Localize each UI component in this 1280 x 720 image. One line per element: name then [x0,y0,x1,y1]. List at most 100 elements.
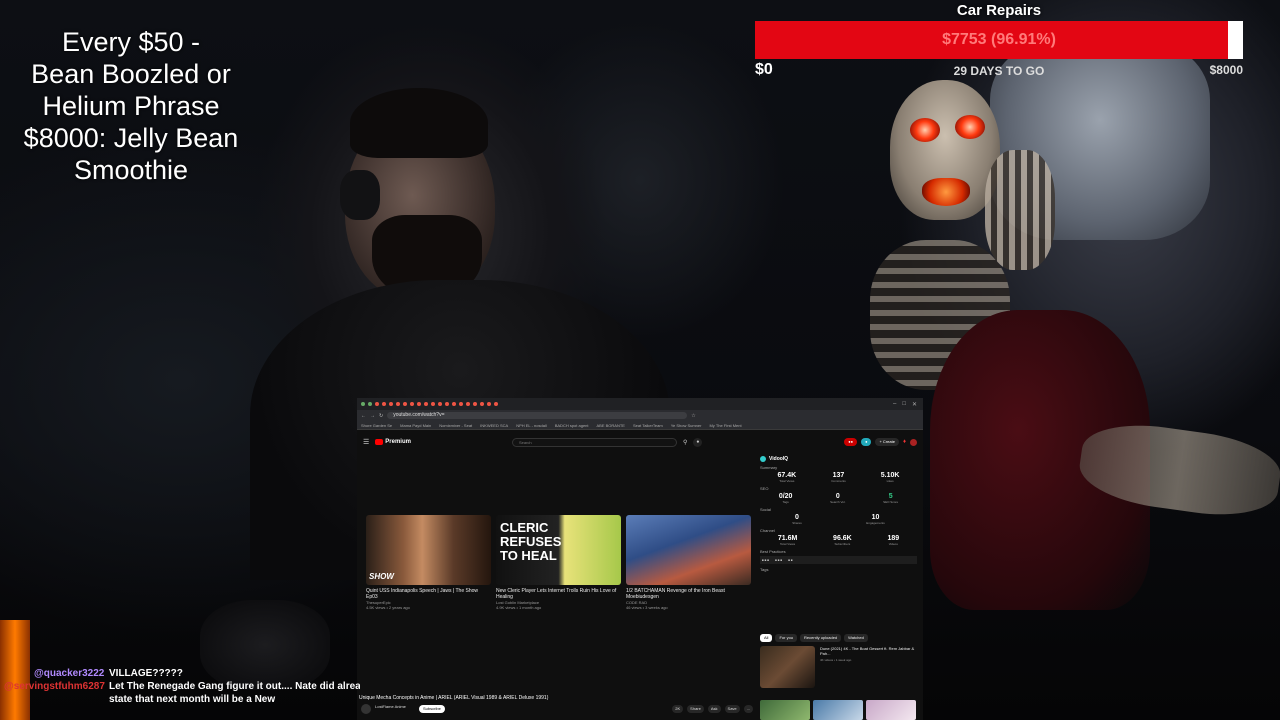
vidiq-title: VidooIQ [769,456,789,462]
bookmark-star-icon[interactable]: ☆ [691,413,695,419]
tab-favicon[interactable] [473,402,477,406]
bookmark-item[interactable]: Seat TalkerTeam [633,423,663,428]
bookmark-item[interactable]: My The First Ment [709,423,741,428]
recommended-video[interactable]: Dune (2021) 4K - The Boat Gessert ft. Re… [760,646,917,688]
bookmark-item[interactable]: ABE BORANTE [597,423,625,428]
stat: 189 Videos [887,535,899,546]
filter-chip[interactable]: Recently uploaded [800,634,842,642]
close-icon[interactable]: ✕ [912,401,917,408]
video-card[interactable]: CLERIC REFUSES TO HEAL New Cleric Player… [496,515,621,610]
bookmark-item[interactable]: NPH EL - nosdall [516,423,547,428]
share-button[interactable]: Share [687,705,704,713]
tab-favicon[interactable] [459,402,463,406]
filter-chip[interactable]: Watched [844,634,868,642]
vidiq-header: VidooIQ [760,456,917,462]
bp-item: ■ ■ [788,558,793,562]
video-info-bar: Unique Mecha Concepts in Anime | ARIEL (… [357,694,755,720]
back-icon[interactable]: ← [361,413,366,419]
filter-chip[interactable]: All [760,634,773,642]
video-thumbnail[interactable]: SHOW [366,515,491,585]
recommended-title[interactable]: Dune (2021) 4K - The Boat Gessert ft. Re… [820,646,917,656]
youtube-logo[interactable]: Premium [375,439,411,445]
url-field[interactable]: youtube.com/watch?v= [387,412,688,419]
tab-favicon[interactable] [396,402,400,406]
video-meta: 4.5K views • 2 years ago [366,605,410,610]
filter-chip[interactable]: For you [775,634,798,642]
stat-value: 137 [832,472,845,479]
microphone-icon[interactable]: ● [693,437,703,447]
browser-tab-strip[interactable]: – □ ✕ [357,398,923,410]
minimize-icon[interactable]: – [893,401,896,408]
avatar[interactable] [910,438,917,446]
video-title[interactable]: New Cleric Player Lets Internet Trolls R… [496,588,621,600]
tab-favicon[interactable] [424,402,428,406]
ask-button[interactable]: Ask [707,705,721,713]
stat-value: 96.6K [833,535,852,542]
vidiq-toggle[interactable]: ● [861,438,872,446]
notifications-bell-icon[interactable]: ♦ [903,439,906,445]
tab-favicon[interactable] [487,402,491,406]
section-label: Tags [760,567,769,572]
like-button[interactable]: 2K [672,705,684,713]
tab-favicon[interactable] [417,402,421,406]
recommended-thumbnail[interactable] [813,700,863,720]
skeleton-mouth [922,178,970,206]
video-card[interactable]: SHOW Quint USS Indianapolis Speech | Jaw… [366,515,491,610]
stat-label: Total Views [780,542,796,546]
video-title[interactable]: 1/2 BATCHAMAN Revenge of the Iron Beast … [626,588,751,600]
video-thumbnail[interactable] [626,515,751,585]
chat-text: VILLAGE????? [109,668,183,679]
tab-favicon[interactable] [480,402,484,406]
search-icon[interactable]: ⚲ [683,439,687,446]
tab-favicon[interactable] [431,402,435,406]
bookmark-item[interactable]: Ye Show Sumner [671,423,702,428]
goal-max-label: $8000 [1209,63,1243,77]
recommended-thumbnail[interactable] [866,700,916,720]
recommended-thumbnail[interactable] [760,700,810,720]
stat-label: Videos [888,542,898,546]
stat-value: 10 [871,514,880,521]
extension-badge[interactable]: ●● [844,438,858,446]
tab-favicon[interactable] [410,402,414,406]
tab-favicon[interactable] [445,402,449,406]
bookmark-item[interactable]: INKWEED SCA [480,423,508,428]
channel-name[interactable]: LostFlame Anime [375,704,406,709]
vidiq-panel: VidooIQ Summary 67.4K Total Views 137 Comm… [760,456,917,628]
bookmark-item[interactable]: BADCH spot agent [555,423,589,428]
create-button[interactable]: + Create [875,438,899,446]
bookmark-item[interactable]: Nomixmixer - Seat [439,423,472,428]
goal-amount: $7753 (96.91%) [942,31,1056,48]
video-thumbnail[interactable]: CLERIC REFUSES TO HEAL [496,515,621,585]
tab-favicon[interactable] [494,402,498,406]
tab-favicon[interactable] [466,402,470,406]
tab-favicon[interactable] [452,402,456,406]
reload-icon[interactable]: ↻ [379,413,383,419]
tab-favicon[interactable] [368,402,372,406]
recommended-thumbnail[interactable] [760,646,815,688]
stat-value: 5 [888,493,893,500]
bookmark-item[interactable]: Mama Payd Main [400,423,431,428]
tab-favicon[interactable] [375,402,379,406]
tab-favicon[interactable] [438,402,442,406]
more-button[interactable]: ... [743,705,753,713]
subscribe-button[interactable]: Subscribe [419,705,445,713]
tab-favicon[interactable] [382,402,386,406]
headphone-icon [340,170,380,220]
video-title[interactable]: Quint USS Indianapolis Speech | Jaws | T… [366,588,491,600]
youtube-search-input[interactable]: Search [511,437,677,447]
tab-favicon[interactable] [361,402,365,406]
section-label: Best Practices [760,549,786,554]
stat-label: Tags [782,500,789,504]
stat: 10 Engagements [866,514,885,525]
bookmark-item[interactable]: Shore Garden Se [361,423,392,428]
maximize-icon[interactable]: □ [902,401,906,408]
forward-icon[interactable]: → [370,413,375,419]
channel-avatar[interactable] [361,704,371,714]
tab-favicon[interactable] [403,402,407,406]
tab-favicon[interactable] [389,402,393,406]
chat-message: @servingstfuhm6287 Let The Renegade Gang… [0,681,360,694]
save-button[interactable]: Save [724,705,740,713]
video-actions: 2K Share Ask Save ... [672,705,753,713]
video-card[interactable]: 1/2 BATCHAMAN Revenge of the Iron Beast … [626,515,751,610]
hamburger-menu-icon[interactable]: ☰ [363,438,369,446]
